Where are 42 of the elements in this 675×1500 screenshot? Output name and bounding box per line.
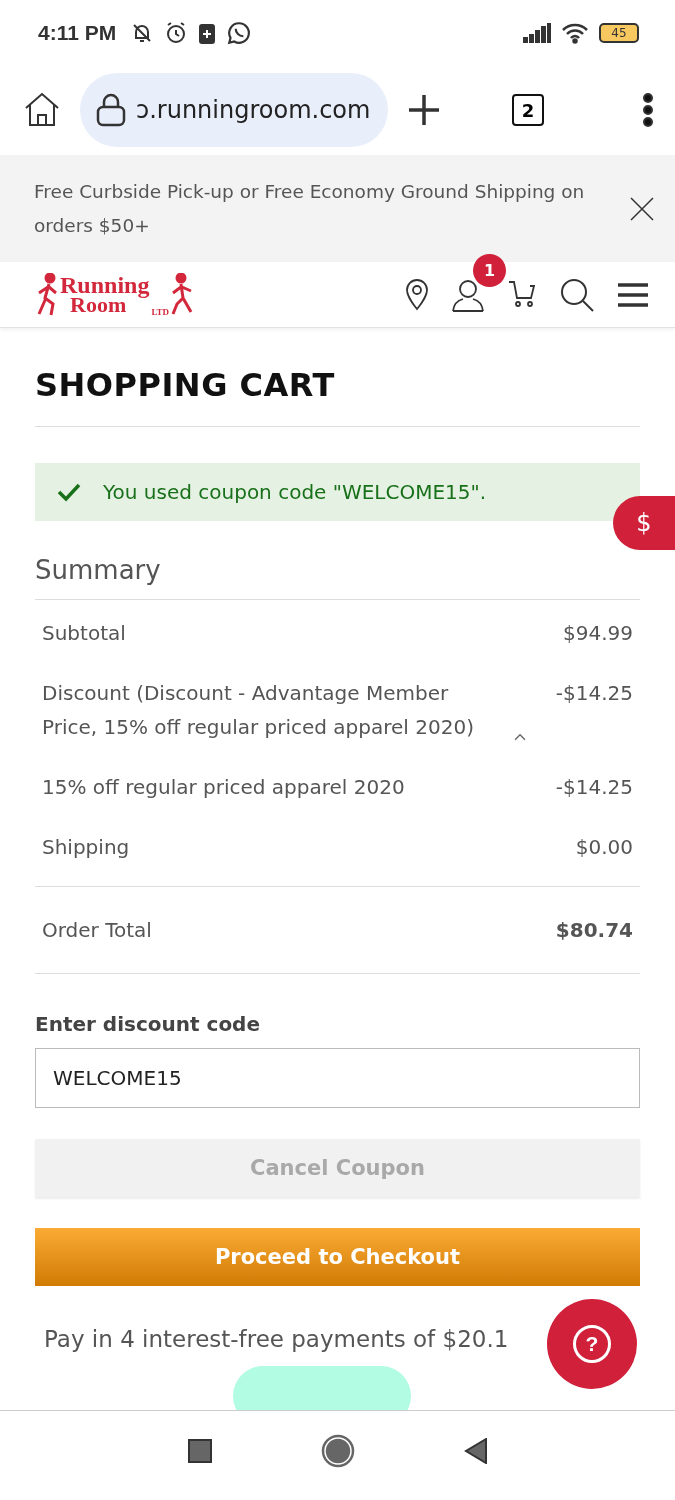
summary-amount: $0.00 — [575, 834, 633, 861]
summary-amount: $94.99 — [563, 620, 633, 647]
logo[interactable]: Running Room LTD — [36, 272, 194, 317]
location-pin-icon[interactable] — [405, 278, 429, 311]
summary-label: Subtotal — [42, 620, 126, 647]
summary-amount: -$14.25 — [555, 680, 633, 707]
summary-amount: $80.74 — [555, 917, 633, 944]
summary-label: 15% off regular priced apparel 2020 — [42, 774, 405, 801]
summary-label: Order Total — [42, 917, 152, 944]
address-bar[interactable]: ɔ.runningroom.com — [80, 73, 388, 147]
check-icon — [57, 482, 81, 502]
menu-icon[interactable] — [617, 281, 649, 308]
close-icon[interactable] — [629, 195, 655, 222]
back-icon[interactable] — [463, 1437, 488, 1464]
account-icon[interactable] — [451, 277, 485, 312]
summary-title: Summary — [35, 555, 640, 600]
discount-code-field[interactable]: WELCOME15 — [35, 1048, 640, 1108]
page-title: SHOPPING CART — [35, 366, 640, 427]
home-button-icon[interactable] — [319, 1432, 356, 1469]
summary-label: Discount (Discount - Advantage Member Price, 15% off regular priced apparel 2020) — [42, 680, 475, 741]
clock-time: 4:11 PM — [38, 20, 117, 45]
url-text: ɔ.runningroom.com — [136, 96, 371, 124]
runner-icon — [36, 272, 58, 317]
wifi-icon — [561, 21, 589, 44]
battery-icon: 45 — [599, 22, 639, 43]
side-tab[interactable]: $ — [613, 496, 675, 550]
summary-amount: -$14.25 — [555, 774, 633, 801]
signal-icon — [523, 22, 551, 43]
summary-label: Shipping — [42, 834, 130, 861]
shipping-banner-text: Free Curbside Pick-up or Free Economy Ground Shipping on orders $50+ — [34, 179, 586, 238]
recents-icon[interactable] — [187, 1438, 212, 1463]
coupon-notice-text: You used coupon code "WELCOME15". — [103, 480, 487, 504]
chat-icon — [226, 19, 253, 46]
tab-count-button[interactable]: 2 — [512, 94, 544, 126]
help-button[interactable]: ? — [547, 1299, 637, 1389]
search-icon[interactable] — [559, 276, 595, 313]
runner-icon — [171, 272, 194, 317]
lock-icon — [96, 93, 126, 127]
discount-code-label: Enter discount code — [35, 1012, 261, 1036]
more-icon[interactable] — [643, 93, 653, 127]
installments-text: Pay in 4 interest-free payments of $20.1 — [44, 1326, 509, 1352]
plus-icon[interactable] — [406, 92, 442, 128]
